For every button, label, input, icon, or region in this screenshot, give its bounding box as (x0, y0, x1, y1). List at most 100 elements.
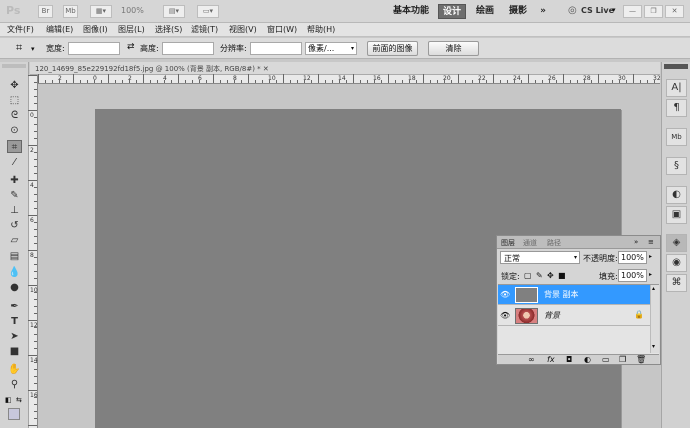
eraser-tool-icon[interactable]: ▱ (7, 234, 22, 247)
tools-panel-grip[interactable] (2, 64, 26, 68)
height-field[interactable] (162, 42, 214, 55)
paragraph-panel-icon[interactable]: ¶ (666, 99, 687, 117)
lasso-tool-icon[interactable]: ᘓ (7, 109, 22, 122)
document-tab[interactable]: 120_14699_85e229192fd18f5.jpg @ 100% (背景… (30, 62, 660, 75)
pen-tool-icon[interactable]: ✒ (7, 300, 22, 313)
workspace-photography[interactable]: 摄影 (505, 4, 531, 19)
styles-panel-icon[interactable]: ◐ (666, 186, 687, 204)
mini-bridge-panel-icon[interactable]: Mb (666, 128, 687, 146)
vertical-ruler[interactable]: 0 2 4 6 8 10 12 14 16 (28, 75, 38, 428)
eyedropper-tool-icon[interactable]: ⁄ (7, 156, 22, 169)
swap-dimensions-icon[interactable]: ⇄ (127, 42, 135, 52)
gradient-tool-icon[interactable]: ▤ (7, 250, 22, 263)
layer-row-background-copy[interactable]: 👁 背景 副本 (498, 285, 659, 305)
clone-stamp-tool-icon[interactable]: ⊥ (7, 204, 22, 217)
preset-dropdown-icon[interactable]: ▾ (31, 45, 35, 53)
menu-view[interactable]: 视图(V) (229, 24, 257, 36)
menu-select[interactable]: 选择(S) (155, 24, 182, 36)
panel-menu-icon[interactable]: ≡ (648, 238, 654, 246)
history-brush-tool-icon[interactable]: ↺ (7, 219, 22, 232)
menu-file[interactable]: 文件(F) (7, 24, 34, 36)
scroll-up-icon[interactable]: ▴ (652, 285, 655, 292)
resolution-unit-select[interactable]: 像素/... ▾ (305, 42, 357, 55)
adjustment-layer-icon[interactable]: ◐ (584, 355, 591, 364)
crop-tool-icon[interactable]: ⌗ (7, 140, 22, 153)
workspace-painting[interactable]: 绘画 (472, 4, 498, 19)
workspace-essentials[interactable]: 基本功能 (390, 4, 432, 19)
visibility-eye-icon[interactable]: 👁 (500, 311, 510, 320)
fill-field[interactable]: 100% (618, 269, 647, 282)
dodge-tool-icon[interactable]: ● (7, 281, 22, 294)
swatches-panel-icon[interactable]: ▣ (666, 206, 687, 224)
paths-panel-icon[interactable]: ⌘ (666, 274, 687, 292)
layer-list-scrollbar[interactable]: ▴ ▾ (650, 285, 659, 353)
resolution-field[interactable] (250, 42, 302, 55)
lock-position-icon[interactable]: ✥ (547, 271, 554, 280)
lock-pixels-icon[interactable]: ✎ (536, 271, 543, 280)
delete-layer-icon[interactable]: 🗑 (636, 355, 646, 364)
tab-paths[interactable]: 路径 (547, 238, 561, 248)
zoom-level[interactable]: 100% (121, 6, 144, 15)
collapse-panel-icon[interactable]: » (634, 238, 638, 246)
rectangle-tool-icon[interactable]: ■ (7, 345, 22, 358)
blur-tool-icon[interactable]: 💧 (7, 266, 22, 279)
menu-window[interactable]: 窗口(W) (267, 24, 297, 36)
visibility-eye-icon[interactable]: 👁 (500, 290, 510, 299)
layers-panel-icon[interactable]: ◈ (666, 234, 687, 252)
clear-button[interactable]: 清除 (428, 41, 479, 56)
opacity-slider-icon[interactable]: ▸ (649, 253, 652, 260)
menu-filter[interactable]: 滤镜(T) (191, 24, 218, 36)
crop-tool-preset-icon[interactable]: ⌗ (16, 41, 22, 55)
restore-button[interactable]: ❐ (644, 5, 663, 18)
bridge-button[interactable]: Br (38, 5, 53, 18)
new-layer-icon[interactable]: ❐ (619, 355, 626, 364)
cs-live-label[interactable]: CS Live (581, 6, 614, 15)
menu-image[interactable]: 图像(I) (83, 24, 108, 36)
quick-selection-tool-icon[interactable]: ⊙ (7, 124, 22, 137)
layer-row-background[interactable]: 👁 背景 🔒 (498, 306, 659, 326)
tab-layers[interactable]: 图层 (501, 238, 515, 248)
default-colors-icon[interactable]: ◧ (5, 396, 12, 404)
arrange-documents-button[interactable]: ▤▾ (163, 5, 185, 18)
screen-mode-button[interactable]: ▭▾ (197, 5, 219, 18)
lock-all-icon[interactable]: ■ (558, 271, 566, 280)
dock-header[interactable] (664, 64, 688, 69)
front-image-button[interactable]: 前面的图像 (367, 41, 418, 56)
channels-panel-icon[interactable]: ◉ (666, 254, 687, 272)
cs-live-icon[interactable]: ◎ (568, 5, 577, 16)
close-button[interactable]: ✕ (665, 5, 684, 18)
minimize-button[interactable]: — (623, 5, 642, 18)
add-mask-icon[interactable]: ◘ (566, 355, 572, 364)
menu-edit[interactable]: 编辑(E) (46, 24, 73, 36)
fill-slider-icon[interactable]: ▸ (649, 271, 652, 278)
type-tool-icon[interactable]: T (7, 315, 22, 328)
horizontal-ruler[interactable]: 20246810121416182022242628303234 (38, 74, 690, 84)
brush-tool-icon[interactable]: ✎ (7, 189, 22, 202)
zoom-tool-icon[interactable]: ⚲ (7, 378, 22, 391)
hand-tool-icon[interactable]: ✋ (7, 363, 22, 376)
width-field[interactable] (68, 42, 120, 55)
new-group-icon[interactable]: ▭ (602, 355, 610, 364)
view-extras-button[interactable]: ▦▾ (90, 5, 112, 18)
character-panel-icon[interactable]: A| (666, 79, 687, 97)
blend-mode-select[interactable]: 正常 ▾ (500, 251, 580, 264)
cs-live-dropdown-icon[interactable]: ▾ (612, 6, 616, 14)
menu-help[interactable]: 帮助(H) (307, 24, 335, 36)
swap-colors-icon[interactable]: ⇆ (16, 396, 22, 404)
foreground-color-swatch[interactable] (8, 408, 20, 420)
lock-transparency-icon[interactable]: ▢ (524, 271, 532, 280)
history-panel-icon[interactable]: § (666, 157, 687, 175)
fx-icon[interactable]: fx (547, 355, 555, 364)
spot-healing-tool-icon[interactable]: ✚ (7, 174, 22, 187)
more-workspaces-button[interactable]: » (536, 4, 550, 19)
marquee-tool-icon[interactable]: ⬚ (7, 94, 22, 107)
scroll-down-icon[interactable]: ▾ (652, 343, 655, 350)
move-tool-icon[interactable]: ✥ (7, 79, 22, 92)
mini-bridge-button[interactable]: Mb (63, 5, 78, 18)
path-selection-tool-icon[interactable]: ➤ (7, 330, 22, 343)
opacity-field[interactable]: 100% (618, 251, 647, 264)
link-layers-icon[interactable]: ∞ (528, 355, 535, 364)
workspace-design[interactable]: 设计 (438, 4, 466, 19)
tab-channels[interactable]: 通道 (523, 238, 537, 248)
menu-layer[interactable]: 图层(L) (118, 24, 145, 36)
